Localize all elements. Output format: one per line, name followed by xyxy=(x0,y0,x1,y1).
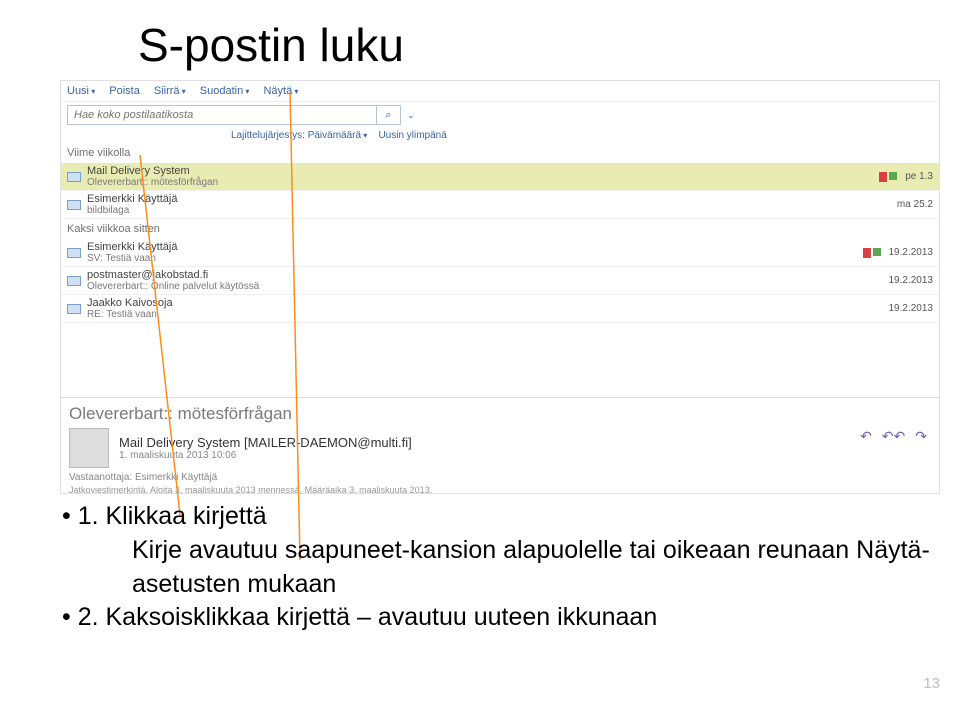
bullet-2-prefix: • 2. xyxy=(62,603,106,631)
toolbar-filter[interactable]: Suodatin xyxy=(200,85,250,97)
sort-by[interactable]: Päivämäärä xyxy=(308,130,368,141)
message-row[interactable]: postmaster@jakobstad.fi Olevererbart:: O… xyxy=(61,267,939,295)
bullet-1: • 1. Klikkaa kirjettä xyxy=(62,500,960,534)
search-row: ⌕ ⌄ xyxy=(61,102,939,128)
toolbar-delete[interactable]: Poista xyxy=(109,85,140,97)
preview-time: 1. maaliskuuta 2013 10:06 xyxy=(119,450,412,461)
email-toolbar: Uusi Poista Siirrä Suodatin Näytä xyxy=(61,81,939,102)
toolbar-view[interactable]: Näytä xyxy=(263,85,298,97)
message-row[interactable]: Esimerkki Käyttäjä bildbilaga ma 25.2 xyxy=(61,191,939,219)
mail-icon xyxy=(67,304,81,314)
preview-to-label: Vastaanottaja: xyxy=(69,472,132,483)
message-sender: Jaakko Kaivosoja xyxy=(87,297,881,309)
message-subject: SV: Testiä vaan xyxy=(87,253,857,264)
preview-subject: Olevererbart:: mötesförfrågan xyxy=(69,404,931,424)
preview-from: Mail Delivery System [MAILER-DAEMON@mult… xyxy=(119,435,412,450)
page-number: 13 xyxy=(923,675,940,692)
bullet-1-prefix: • 1. xyxy=(62,502,106,530)
chevron-down-icon[interactable]: ⌄ xyxy=(407,110,415,121)
message-date: 19.2.2013 xyxy=(889,303,934,314)
mail-icon xyxy=(67,248,81,258)
bullet-1-sub: Kirje avautuu saapuneet-kansion alapuole… xyxy=(132,534,960,602)
sort-row: Lajittelujärjestys: Päivämäärä Uusin yli… xyxy=(61,128,939,143)
forward-icon[interactable]: ↷ xyxy=(915,428,927,445)
message-subject: Olevererbart:: Online palvelut käytössä xyxy=(87,281,881,292)
message-sender: Mail Delivery System xyxy=(87,165,873,177)
sort-order[interactable]: Uusin ylimpänä xyxy=(378,130,446,141)
bullet-2: • 2. Kaksoisklikkaa kirjettä – avautuu u… xyxy=(62,601,960,635)
preview-to: Esimerkki Käyttäjä xyxy=(135,472,217,483)
message-subject: Olevererbart:: mötesförfrågan xyxy=(87,177,873,188)
check-icon xyxy=(873,248,881,256)
search-input[interactable] xyxy=(67,105,377,125)
message-row[interactable]: Mail Delivery System Olevererbart:: möte… xyxy=(61,163,939,191)
email-screenshot: Uusi Poista Siirrä Suodatin Näytä ⌕ ⌄ La… xyxy=(60,80,940,494)
sort-label: Lajittelujärjestys: xyxy=(231,130,305,141)
slide-title: S-postin luku xyxy=(138,18,920,72)
reply-icon[interactable]: ↶ xyxy=(860,428,872,445)
mail-icon xyxy=(67,200,81,210)
group-header-1: Viime viikolla xyxy=(61,143,939,163)
message-row[interactable]: Esimerkki Käyttäjä SV: Testiä vaan 19.2.… xyxy=(61,239,939,267)
message-date: 19.2.2013 xyxy=(889,275,934,286)
bullet-list: • 1. Klikkaa kirjettä Kirje avautuu saap… xyxy=(62,500,960,635)
mail-icon xyxy=(67,172,81,182)
bullet-2-text: Kaksoisklikkaa kirjettä – avautuu uuteen… xyxy=(106,603,658,631)
message-sender: Esimerkki Käyttäjä xyxy=(87,241,857,253)
preview-followup: Jatkoviestimerkintä. Aloita 3. maaliskuu… xyxy=(69,485,931,495)
toolbar-move[interactable]: Siirrä xyxy=(154,85,186,97)
message-subject: bildbilaga xyxy=(87,205,889,216)
search-button[interactable]: ⌕ xyxy=(377,105,401,125)
flag-icon xyxy=(863,248,871,258)
search-icon: ⌕ xyxy=(385,109,391,122)
reply-all-icon[interactable]: ↶↶ xyxy=(882,428,905,445)
preview-to-row: Vastaanottaja: Esimerkki Käyttäjä xyxy=(69,472,931,483)
flag-icon xyxy=(879,172,887,182)
message-row[interactable]: Jaakko Kaivosoja RE: Testiä vaan 19.2.20… xyxy=(61,295,939,323)
message-date: 19.2.2013 xyxy=(889,247,934,258)
check-icon xyxy=(889,172,897,180)
toolbar-new[interactable]: Uusi xyxy=(67,85,95,97)
preview-actions: ↶ ↶↶ ↷ xyxy=(860,428,927,445)
mail-icon xyxy=(67,276,81,286)
message-sender: Esimerkki Käyttäjä xyxy=(87,193,889,205)
message-subject: RE: Testiä vaan xyxy=(87,309,881,320)
message-sender: postmaster@jakobstad.fi xyxy=(87,269,881,281)
preview-pane: Olevererbart:: mötesförfrågan Mail Deliv… xyxy=(61,397,939,493)
avatar xyxy=(69,428,109,468)
group-header-2: Kaksi viikkoa sitten xyxy=(61,219,939,239)
message-date: pe 1.3 xyxy=(905,171,933,182)
message-date: ma 25.2 xyxy=(897,199,933,210)
bullet-1-text: Klikkaa kirjettä xyxy=(106,502,267,530)
